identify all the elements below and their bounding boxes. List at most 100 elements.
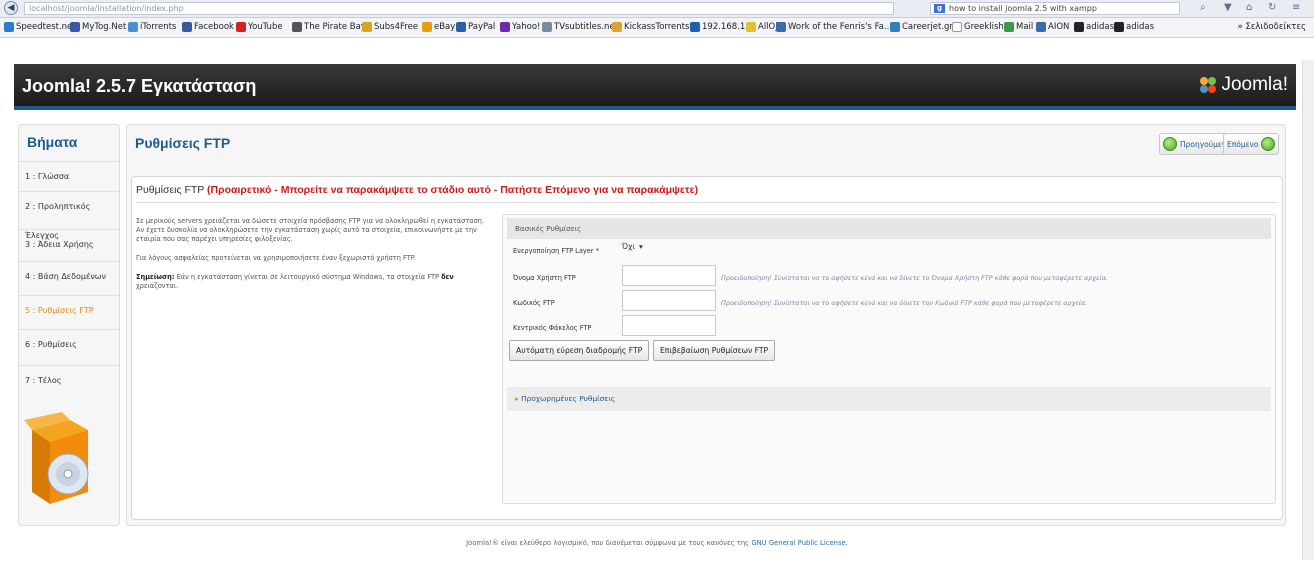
footer: Joomla!® είναι ελεύθερο λογισμικό, που δ…: [466, 539, 848, 547]
step-license[interactable]: 3 : Άδεια Χρήσης: [19, 229, 119, 258]
ftp-password-hint: Προειδοποίηση! Συνίσταται να το αφήσετε …: [721, 299, 1088, 307]
bookmark-item[interactable]: Yahoo!: [500, 22, 540, 32]
joomla-logo-icon: [1200, 77, 1217, 93]
bookmark-icon: [362, 22, 372, 32]
ftp-form: Βασικές Ρυθμίσεις Ενεργοποίηση FTP Layer…: [502, 214, 1276, 504]
bookmark-item[interactable]: Greeklish: [952, 22, 1004, 32]
kickass-icon: [612, 22, 622, 32]
mail-icon: [1004, 22, 1014, 32]
installer-title: Joomla! 2.5.7 Εγκατάσταση: [22, 76, 257, 96]
adidas-icon: [1074, 22, 1084, 32]
bookmark-item[interactable]: AllOj: [746, 22, 778, 32]
bookmark-item[interactable]: Facebook: [182, 22, 234, 32]
search-icon[interactable]: ⌕: [1200, 2, 1206, 13]
installer-box-icon: [24, 412, 89, 504]
bookmark-item[interactable]: Speedtest.net: [4, 22, 76, 32]
bookmark-icon: [952, 22, 962, 32]
bookmark-item[interactable]: KickassTorrents: [612, 22, 689, 32]
bookmark-item[interactable]: AION: [1036, 22, 1069, 32]
bookmark-item[interactable]: Work of the Fenris's Fa...: [776, 22, 892, 32]
ftp-password-label: Κωδικός FTP: [513, 299, 555, 307]
search-box[interactable]: g how to install joomla 2.5 with xampp: [930, 2, 1180, 15]
gpl-link[interactable]: GNU General Public License.: [751, 539, 848, 547]
dropdown-arrow-icon: ▾: [638, 242, 643, 251]
enable-ftp-select[interactable]: Όχι ▾: [622, 242, 643, 251]
home-icon[interactable]: ⌂: [1246, 2, 1252, 13]
bookmark-item[interactable]: adidas: [1074, 22, 1114, 32]
bookmarks-bar: Speedtest.net MyTog.Net iTorrents Facebo…: [0, 18, 1314, 38]
ftp-root-label: Κεντρικός Φάκελος FTP: [513, 324, 592, 332]
ftp-user-label: Όνομα Χρήστη FTP: [513, 274, 576, 282]
basic-settings-title: Βασικές Ρυθμίσεις: [507, 218, 1271, 239]
expand-arrow-icon: ▸: [515, 394, 519, 403]
joomla-logo: Joomla!: [1199, 74, 1288, 96]
sync-icon[interactable]: ↻: [1268, 2, 1276, 13]
page-scrollbar[interactable]: [1302, 60, 1314, 560]
paypal-icon: [456, 22, 466, 32]
divider: [136, 202, 1278, 203]
adidas-icon: [1114, 22, 1124, 32]
installer-header: Joomla! 2.5.7 Εγκατάσταση Joomla!: [14, 64, 1296, 110]
ebay-icon: [422, 22, 432, 32]
bookmark-item[interactable]: TVsubtitles.net: [542, 22, 618, 32]
step-finish[interactable]: 7 : Τέλος: [19, 365, 119, 394]
facebook-icon: [182, 22, 192, 32]
bookmark-icon: [128, 22, 138, 32]
bookmark-icon: [890, 22, 900, 32]
back-icon[interactable]: ◀: [4, 1, 18, 15]
bookmark-icon: [4, 22, 14, 32]
menu-icon[interactable]: ≡: [1292, 2, 1300, 13]
bookmark-item[interactable]: The Pirate Bay: [292, 22, 366, 32]
search-text: how to install joomla 2.5 with xampp: [949, 4, 1097, 13]
bookmark-item[interactable]: adidas: [1114, 22, 1154, 32]
ftp-description: Σε μερικούς servers χρειάζεται να δώσετε…: [136, 217, 486, 301]
main-content: Ρυθμίσεις FTP Προηγούμενο Επόμενο Ρυθμίσ…: [126, 124, 1286, 526]
step-language[interactable]: 1 : Γλώσσα: [19, 161, 119, 190]
youtube-icon: [236, 22, 246, 32]
bookmark-icon: [690, 22, 700, 32]
page-title: Ρυθμίσεις FTP: [135, 135, 231, 151]
bookmark-icon: [1036, 22, 1046, 32]
download-icon[interactable]: ▼: [1224, 2, 1232, 13]
browser-toolbar: ◀ localhost/joomla/installation/index.ph…: [0, 0, 1314, 18]
bookmark-item[interactable]: eBay: [422, 22, 455, 32]
ftp-heading: Ρυθμίσεις FTP (Προαιρετικό - Μπορείτε να…: [136, 184, 699, 196]
bookmark-item[interactable]: YouTube: [236, 22, 283, 32]
bookmark-item[interactable]: iTorrents: [128, 22, 176, 32]
advanced-settings-toggle[interactable]: ▸ Προχωρημένες Ρυθμίσεις: [507, 387, 1271, 411]
yahoo-icon: [500, 22, 510, 32]
ftp-password-input[interactable]: [622, 290, 716, 311]
bookmark-item[interactable]: MyTog.Net: [70, 22, 126, 32]
bookmark-icon: [70, 22, 80, 32]
other-bookmarks[interactable]: » Σελιδοδείκτες: [1237, 22, 1306, 32]
step-ftp[interactable]: 5 : Ρυθμίσεις FTP: [19, 295, 119, 324]
ftp-user-input[interactable]: [622, 265, 716, 286]
step-precheck[interactable]: 2 : Προληπτικός Έλεγχος: [19, 191, 119, 240]
bookmark-item[interactable]: Mail: [1004, 22, 1033, 32]
previous-icon: [1163, 137, 1177, 151]
autofind-ftp-path-button[interactable]: Αυτόματη εύρεση διαδρομής FTP: [509, 340, 650, 361]
enable-ftp-label: Ενεργοποίηση FTP Layer *: [513, 247, 599, 255]
ftp-root-input[interactable]: [622, 315, 716, 336]
url-bar[interactable]: localhost/joomla/installation/index.php: [24, 2, 894, 15]
bookmark-item[interactable]: PayPal: [456, 22, 495, 32]
google-icon: g: [934, 4, 945, 13]
bookmark-icon: [746, 22, 756, 32]
step-configuration[interactable]: 6 : Ρυθμίσεις: [19, 329, 119, 358]
bookmark-icon: [776, 22, 786, 32]
bookmark-item[interactable]: Careerjet.gr: [890, 22, 953, 32]
step-database[interactable]: 4 : Βάση Δεδομένων: [19, 261, 119, 290]
desc-paragraph: Για λόγους ασφαλείας προτείνεται να χρησ…: [136, 254, 416, 262]
pirate-icon: [292, 22, 302, 32]
optional-warning: (Προαιρετικό - Μπορείτε να παρακάμψετε τ…: [207, 184, 699, 196]
next-icon: [1261, 137, 1276, 151]
bookmark-item[interactable]: 192.168.1.1: [690, 22, 753, 32]
next-button[interactable]: Επόμενο: [1223, 133, 1280, 155]
bookmark-item[interactable]: Subs4Free: [362, 22, 418, 32]
desc-note: Σημείωση: Εάν η εγκατάσταση γίνεται σε λ…: [136, 273, 454, 290]
ftp-user-hint: Προειδοποίηση! Συνίσταται να το αφήσετε …: [721, 274, 1108, 282]
desc-paragraph: Σε μερικούς servers χρειάζεται να δώσετε…: [136, 217, 485, 243]
ftp-panel: Ρυθμίσεις FTP (Προαιρετικό - Μπορείτε να…: [131, 176, 1283, 520]
verify-ftp-settings-button[interactable]: Επιβεβαίωση Ρυθμίσεων FTP: [653, 340, 776, 361]
bookmark-icon: [542, 22, 552, 32]
